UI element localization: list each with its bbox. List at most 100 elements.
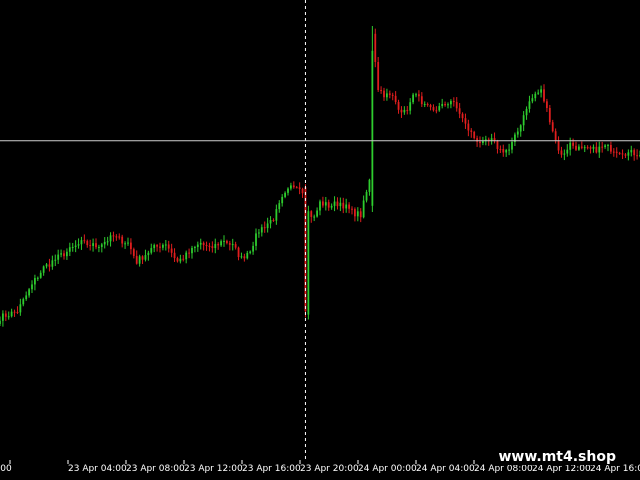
candle-up [31,284,33,290]
candle-up [278,203,281,210]
candle-up [231,244,234,246]
candle-down [377,61,380,90]
candle-down [374,33,377,62]
candle-down [455,101,458,109]
candle-down [601,146,604,148]
candle-down [397,101,400,110]
candle-down [560,150,563,155]
candle-down [298,187,301,189]
candle-up [194,247,196,249]
candle-up [68,247,71,252]
candle-up [199,242,202,245]
x-tick-label: 24 Apr 00:00 [358,464,417,474]
candle-down [327,202,330,208]
candle-down [406,109,409,111]
candle-up [540,89,542,93]
candle-up [240,256,243,258]
candle-up [365,191,368,201]
candle-down [115,236,118,238]
candle-down [621,153,624,155]
candle-down [633,150,636,156]
candle-down [226,240,228,244]
candle-down [426,104,429,106]
candle-up [409,102,412,111]
candle-down [217,244,220,246]
candle-down [380,89,382,91]
candle-up [505,150,508,153]
candle-down [359,211,362,218]
candle-up [362,200,365,218]
candle-down [202,242,205,246]
candle-up [0,320,1,324]
candle-down [182,258,185,260]
candle-up [124,243,126,245]
candle-down [89,245,92,247]
candle-down [580,146,583,148]
candle-down [4,313,7,317]
candle-down [167,244,170,249]
candle-up [109,235,112,242]
candle-up [324,202,327,206]
candle-up [423,104,426,106]
candle-up [106,241,109,243]
candle-down [554,131,557,141]
x-tick-label: 24 Apr 04:00 [416,464,475,474]
candle-up [71,247,74,249]
candle-down [499,148,502,150]
candle-up [508,149,510,151]
candle-up [313,216,316,218]
candle-down [130,242,132,250]
candle-up [269,220,272,224]
candle-down [615,151,618,153]
candle-down [502,149,505,153]
candle-down [16,312,19,314]
candle-up [51,260,54,267]
candle-up [630,150,633,153]
candle-down [121,236,124,244]
candle-up [54,259,57,261]
candle-down [470,130,473,132]
candle-up [319,201,321,211]
candle-up [223,240,225,242]
candle-up [185,252,188,260]
candle-up [25,295,28,300]
candle-up [290,185,292,189]
candle-up [441,103,444,107]
candle-down [388,93,391,95]
candle-down [351,208,353,210]
candle-up [522,115,525,126]
candle-down [432,107,435,111]
candle-up [214,244,217,249]
candle-up [179,258,182,262]
candle-down [551,122,554,132]
candle-up [447,104,449,106]
candle-up [412,94,414,103]
candle-up [563,153,566,155]
candle-up [45,264,48,267]
candle-down [586,147,589,149]
candle-down [383,90,385,98]
candle-down [543,89,545,102]
candle-up [42,266,45,273]
candle-up [307,211,310,315]
candle-up [450,101,452,105]
candle-down [496,140,499,149]
candle-up [7,316,10,318]
candle-up [330,205,333,208]
candle-up [103,241,106,245]
candle-down [173,252,176,259]
candle-up [598,146,601,153]
candle-up [246,252,249,259]
candle-down [170,248,173,253]
candle-up [511,141,513,150]
candle-up [284,192,286,197]
x-tick-label: 24 Apr 08:00 [474,464,533,474]
candle-up [316,210,318,217]
candle-down [86,240,89,246]
candle-down [301,188,304,194]
candle-up [220,241,222,246]
candle-up [28,289,30,296]
candle-up [147,252,150,256]
candle-up [2,313,4,321]
candles-layer [0,26,640,327]
